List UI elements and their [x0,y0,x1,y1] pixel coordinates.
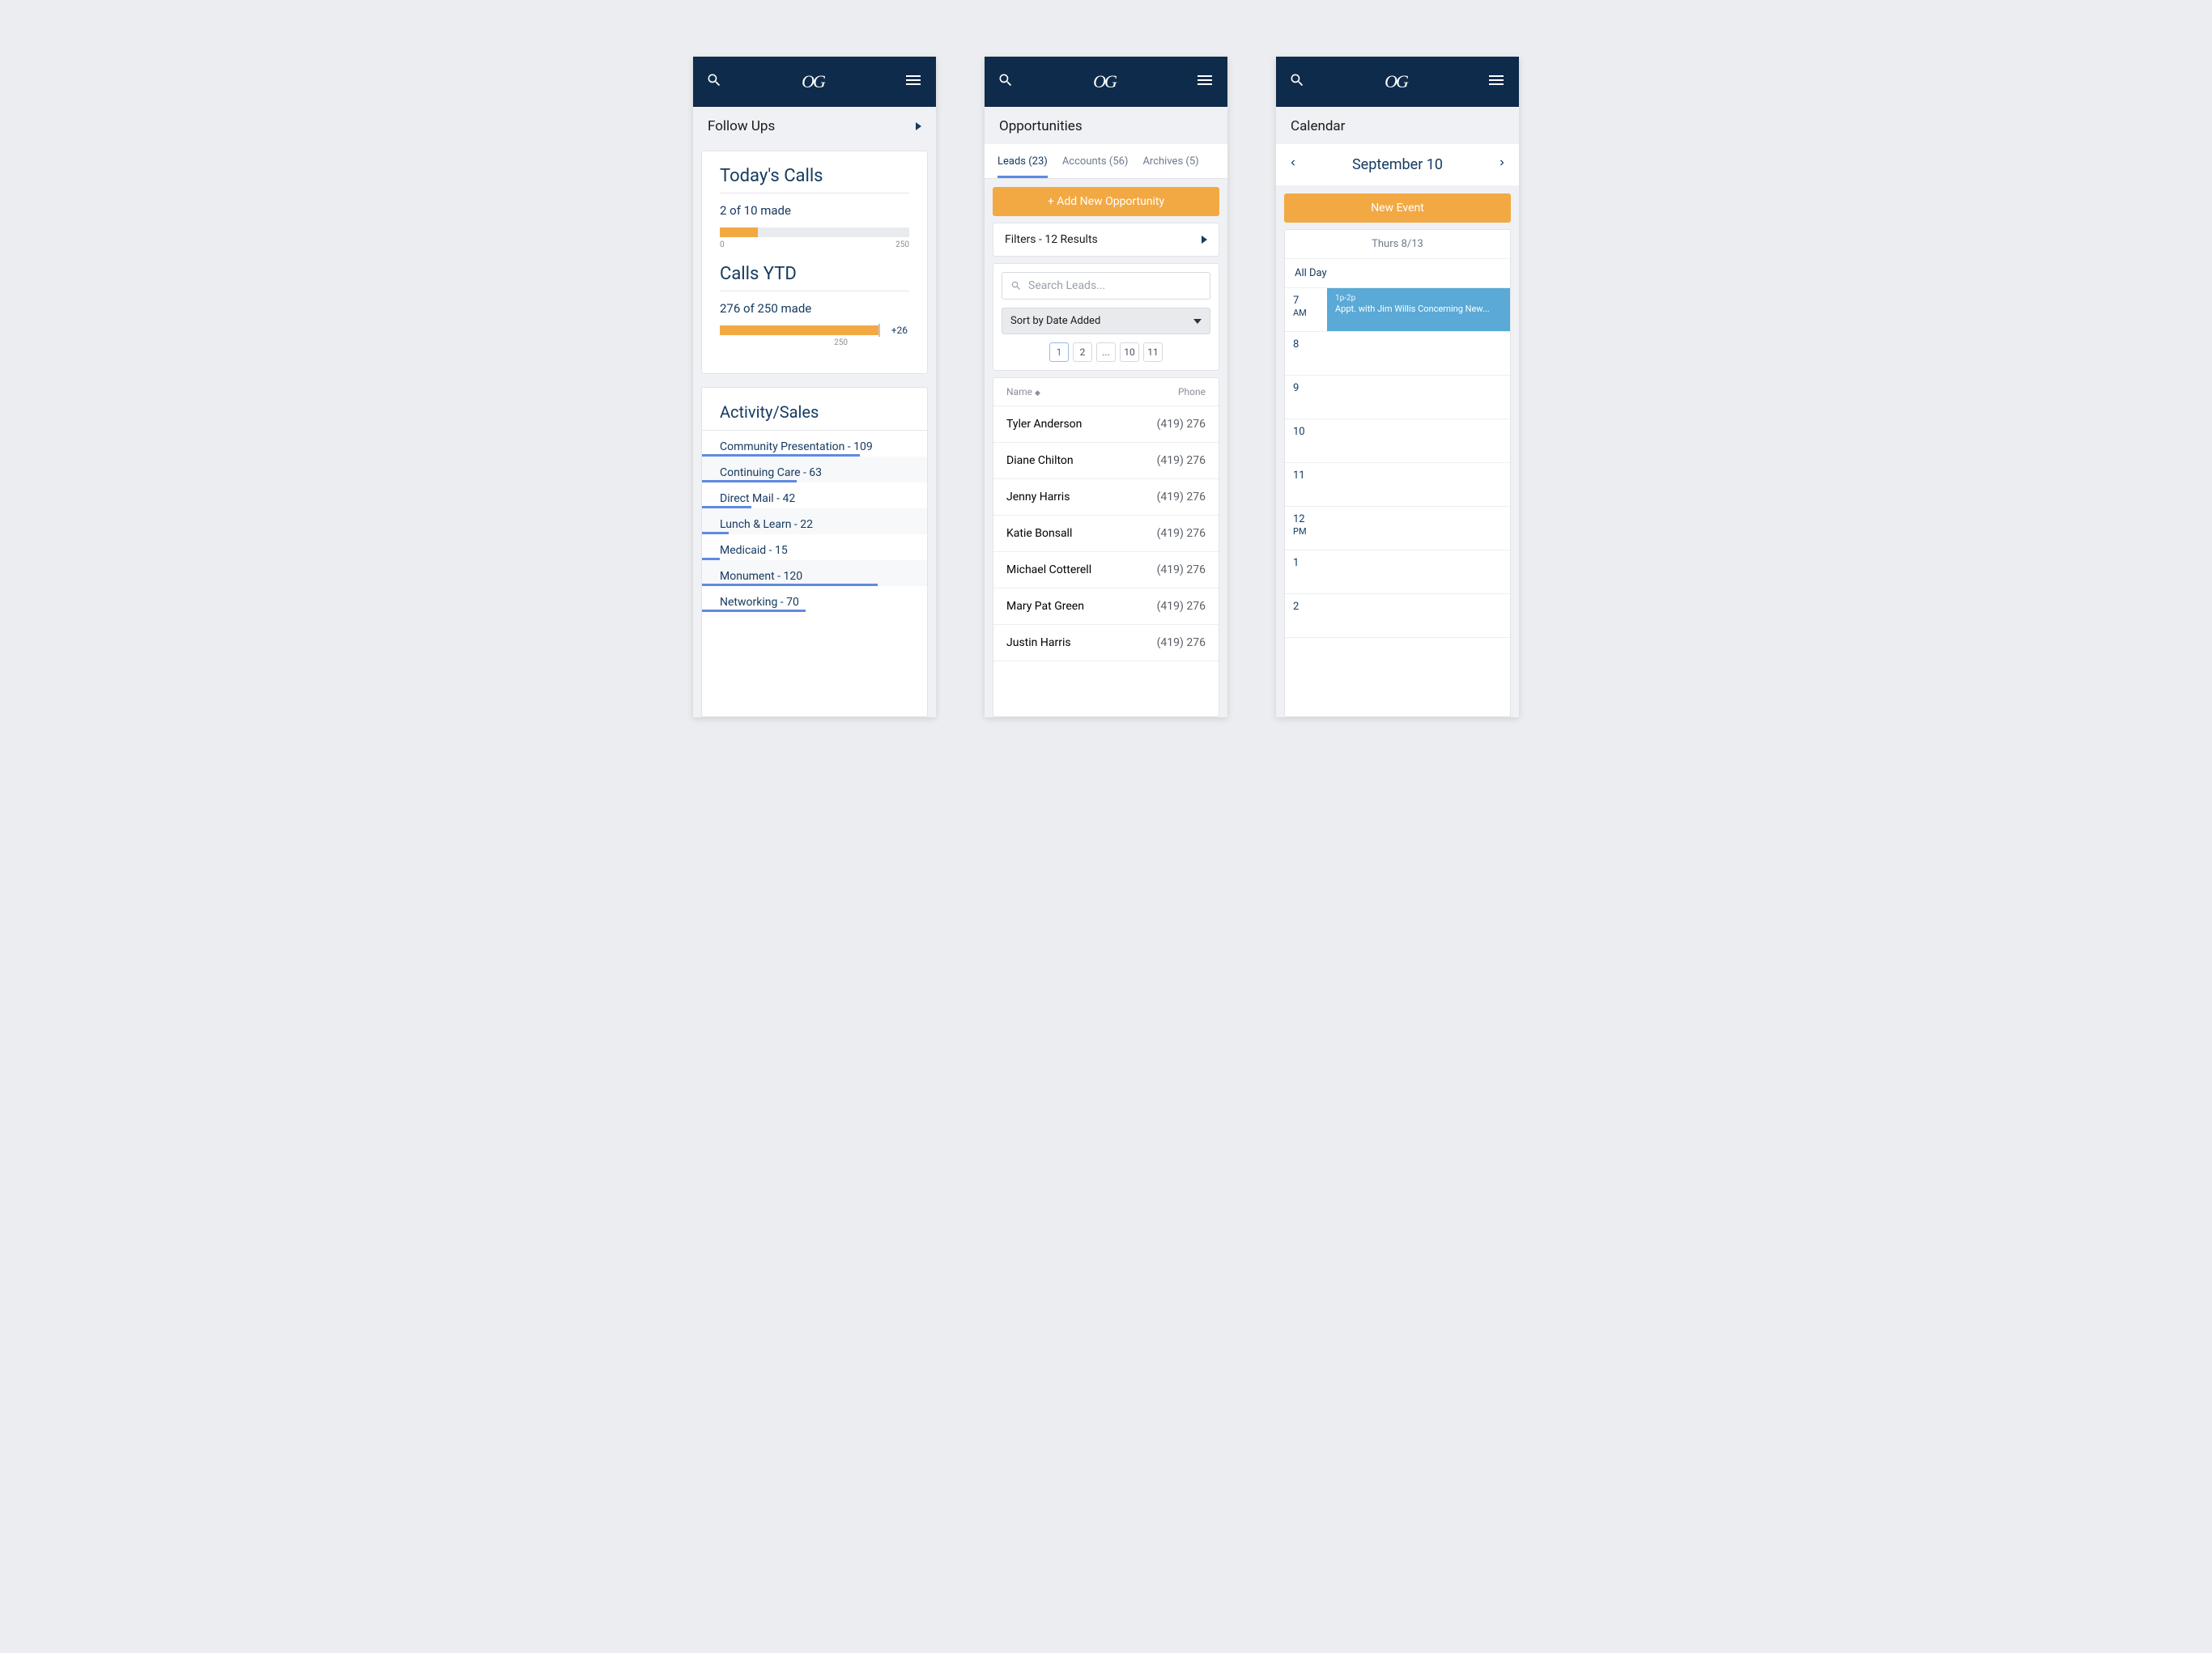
activity-row[interactable]: Monument - 120 [702,560,927,586]
hour-row[interactable]: 10 [1285,419,1510,463]
date-nav: September 10 [1276,144,1519,185]
search-input[interactable]: Search Leads... [1002,272,1210,300]
table-row[interactable]: Tyler Anderson(419) 276 [993,406,1219,443]
todays-calls-progress: 0 250 [720,227,909,249]
calls-ytd-progress: +26 250 [720,325,909,347]
section-header[interactable]: Follow Ups [693,107,936,144]
table-row[interactable]: Justin Harris(419) 276 [993,625,1219,661]
page-button[interactable]: 10 [1120,342,1139,362]
calendar-event[interactable]: 1p-2pAppt. with Jim Willis Concerning Ne… [1327,288,1510,331]
activity-card: Activity/Sales Community Presentation - … [701,387,928,717]
activity-row[interactable]: Continuing Care - 63 [702,457,927,482]
filter-bar[interactable]: Filters - 12 Results [993,223,1219,257]
tabs: Leads (23) Accounts (56) Archives (5) [985,144,1227,179]
followups-screen: OG Follow Ups Today's Calls 2 of 10 made… [693,57,936,717]
section-header: Calendar [1276,107,1519,144]
table-row[interactable]: Diane Chilton(419) 276 [993,443,1219,479]
search-icon[interactable] [706,72,722,91]
calls-ytd-title: Calls YTD [720,264,909,291]
leads-table: Name ◆ Phone Tyler Anderson(419) 276Dian… [993,377,1219,717]
calendar-grid: Thurs 8/13 All Day 7AM1p-2pAppt. with Ji… [1284,229,1511,717]
page-button[interactable]: ... [1096,342,1116,362]
all-day-row[interactable]: All Day [1285,259,1510,288]
tab[interactable]: Accounts (56) [1062,155,1129,178]
add-opportunity-button[interactable]: + Add New Opportunity [993,187,1219,216]
page-button[interactable]: 1 [1049,342,1069,362]
hour-row[interactable]: 9 [1285,376,1510,419]
todays-calls-title: Today's Calls [720,166,909,193]
new-event-button[interactable]: New Event [1284,193,1511,223]
page-button[interactable]: 2 [1073,342,1092,362]
tab[interactable]: Leads (23) [998,155,1048,178]
table-row[interactable]: Katie Bonsall(419) 276 [993,516,1219,552]
todays-calls-stat: 2 of 10 made [720,203,909,218]
hour-row[interactable]: 11 [1285,463,1510,507]
topbar: OG [1276,57,1519,107]
hour-row[interactable]: 12PM [1285,507,1510,550]
table-row[interactable]: Mary Pat Green(419) 276 [993,589,1219,625]
next-day-button[interactable] [1496,155,1508,174]
logo: OG [802,71,824,92]
prev-day-button[interactable] [1287,155,1299,174]
search-icon[interactable] [1289,72,1305,91]
page-button[interactable]: 11 [1143,342,1163,362]
section-header: Opportunities [985,107,1227,144]
calls-card: Today's Calls 2 of 10 made 0 250 Calls Y… [701,151,928,374]
opportunities-screen: OG Opportunities Leads (23) Accounts (56)… [985,57,1227,717]
col-phone[interactable]: Phone [1178,386,1206,397]
activity-row[interactable]: Direct Mail - 42 [702,482,927,508]
logo: OG [1093,71,1116,92]
hamburger-icon[interactable] [1195,70,1214,93]
topbar: OG [693,57,936,107]
activity-row[interactable]: Lunch & Learn - 22 [702,508,927,534]
pagination: 12...1011 [1002,342,1210,362]
search-panel: Search Leads... Sort by Date Added 12...… [993,263,1219,371]
activity-row[interactable]: Medicaid - 15 [702,534,927,560]
hour-row[interactable]: 2 [1285,594,1510,638]
col-name[interactable]: Name ◆ [1006,386,1040,397]
hamburger-icon[interactable] [904,70,923,93]
activity-title: Activity/Sales [702,402,927,431]
over-badge: +26 [891,325,908,336]
hour-row[interactable]: 8 [1285,332,1510,376]
date-title: September 10 [1352,156,1443,173]
tab[interactable]: Archives (5) [1142,155,1198,178]
hour-row[interactable]: 7AM1p-2pAppt. with Jim Willis Concerning… [1285,288,1510,332]
hamburger-icon[interactable] [1487,70,1506,93]
expand-icon[interactable] [916,122,921,130]
section-title: Opportunities [999,118,1083,134]
search-icon[interactable] [998,72,1014,91]
section-title: Follow Ups [708,118,775,134]
hour-row[interactable]: 1 [1285,550,1510,594]
chevron-down-icon [1193,319,1202,324]
calendar-screen: OG Calendar September 10 New Event Thurs… [1276,57,1519,717]
activity-row[interactable]: Networking - 70 [702,586,927,612]
logo: OG [1385,71,1407,92]
activity-row[interactable]: Community Presentation - 109 [702,431,927,457]
sort-select[interactable]: Sort by Date Added [1002,308,1210,334]
topbar: OG [985,57,1227,107]
day-header: Thurs 8/13 [1285,230,1510,259]
table-row[interactable]: Michael Cotterell(419) 276 [993,552,1219,589]
section-title: Calendar [1291,118,1345,134]
calls-ytd-stat: 276 of 250 made [720,301,909,316]
expand-icon [1202,236,1207,244]
table-row[interactable]: Jenny Harris(419) 276 [993,479,1219,516]
